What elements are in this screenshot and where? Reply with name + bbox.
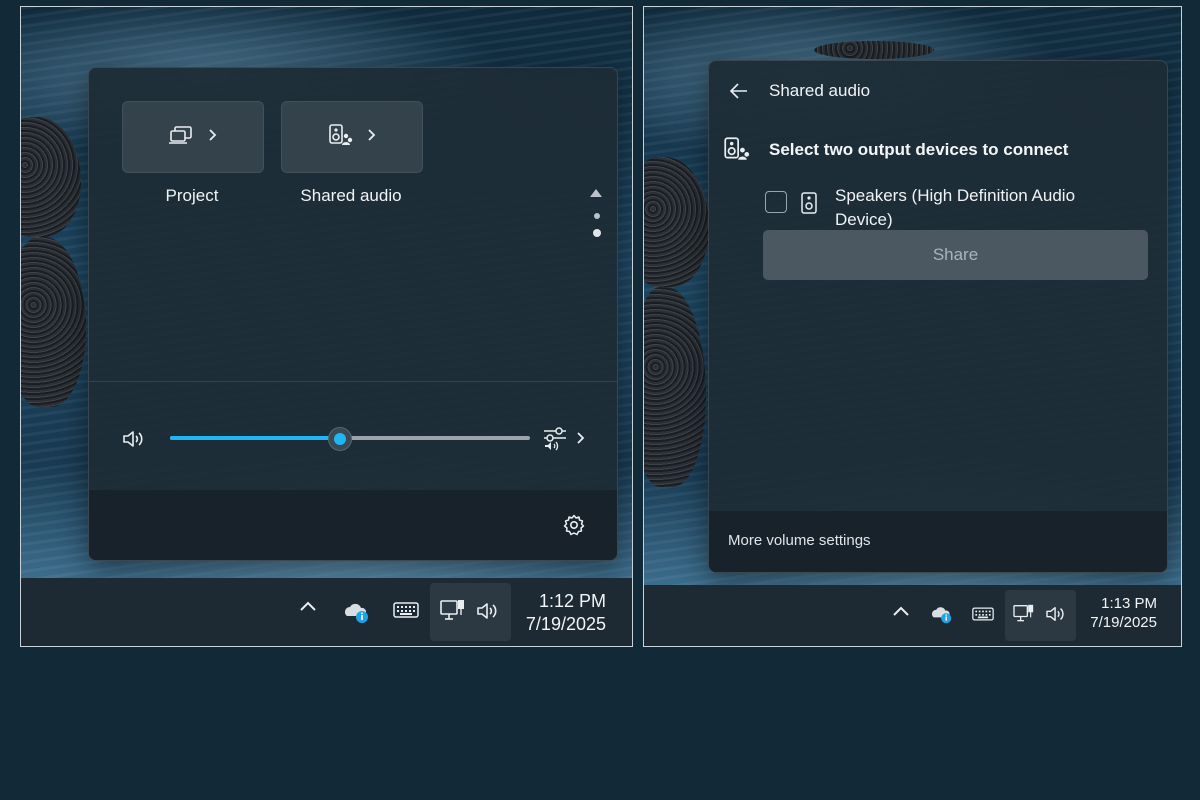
clock-time: 1:13 PM <box>1101 595 1157 612</box>
clock[interactable]: 1:13 PM 7/19/2025 <box>1090 595 1157 633</box>
project-label: Project <box>165 186 219 205</box>
chevron-up-icon[interactable] <box>892 605 910 617</box>
shared-audio-tile[interactable] <box>281 101 423 173</box>
page-dot-active[interactable] <box>593 229 601 237</box>
clock-date: 7/19/2025 <box>525 613 606 634</box>
chevron-right-icon <box>208 128 218 147</box>
taskbar: 1:12 PM 7/19/2025 <box>21 578 632 646</box>
clock-date: 7/19/2025 <box>1090 613 1157 631</box>
page-dot[interactable] <box>594 213 600 219</box>
flyout-title: Shared audio <box>769 81 871 100</box>
gear-icon[interactable] <box>563 514 585 541</box>
more-volume-settings-link[interactable]: More volume settings <box>728 532 871 549</box>
speakers-checkbox[interactable] <box>765 191 787 213</box>
project-icon <box>168 125 194 150</box>
onedrive-info-icon[interactable] <box>930 604 954 624</box>
sound-output-button[interactable] <box>542 425 586 456</box>
keyboard-icon[interactable] <box>972 606 994 622</box>
keyboard-icon[interactable] <box>393 601 419 619</box>
sound-mixer-icon <box>542 425 568 456</box>
project-tile[interactable] <box>122 101 264 173</box>
divider <box>89 381 617 382</box>
flyout-footer: More volume settings <box>709 511 1167 572</box>
chevron-right-icon <box>576 431 586 450</box>
page-up-arrow-icon[interactable] <box>589 186 603 204</box>
volume-icon <box>476 601 500 621</box>
network-icon <box>1013 604 1035 624</box>
speaker-icon[interactable] <box>122 429 146 454</box>
chevron-up-icon[interactable] <box>299 600 317 612</box>
instruction-text: Select two output devices to connect <box>769 140 1069 159</box>
volume-slider-thumb[interactable] <box>328 427 353 451</box>
clock-time: 1:12 PM <box>538 591 606 611</box>
volume-slider-fill <box>170 436 340 440</box>
chevron-right-icon <box>367 128 377 147</box>
network-volume-group[interactable] <box>430 583 511 641</box>
shared-audio-flyout: Shared audio Select two output devices t… <box>708 60 1168 573</box>
flyout-footer <box>89 490 617 560</box>
network-volume-group[interactable] <box>1005 590 1076 641</box>
clock[interactable]: 1:12 PM 7/19/2025 <box>526 590 606 635</box>
shared-audio-icon <box>722 135 750 168</box>
volume-icon <box>1045 605 1067 623</box>
speaker-device-icon <box>801 192 817 219</box>
onedrive-info-icon[interactable] <box>343 600 371 624</box>
shared-audio-icon <box>327 123 353 152</box>
shared-audio-label: Shared audio <box>300 186 402 205</box>
taskbar: 1:13 PM 7/19/2025 <box>644 585 1181 646</box>
back-arrow-icon[interactable] <box>729 82 749 105</box>
left-screenshot: Project Shared audio 1:12 PM 7/19/2025 <box>20 6 633 647</box>
right-screenshot: Shared audio Select two output devices t… <box>643 6 1182 647</box>
quick-settings-flyout: Project Shared audio <box>88 67 618 561</box>
share-button[interactable]: Share <box>763 230 1148 280</box>
speakers-device-label[interactable]: Speakers (High Definition Audio Device) <box>835 184 1125 232</box>
network-icon <box>440 599 466 623</box>
